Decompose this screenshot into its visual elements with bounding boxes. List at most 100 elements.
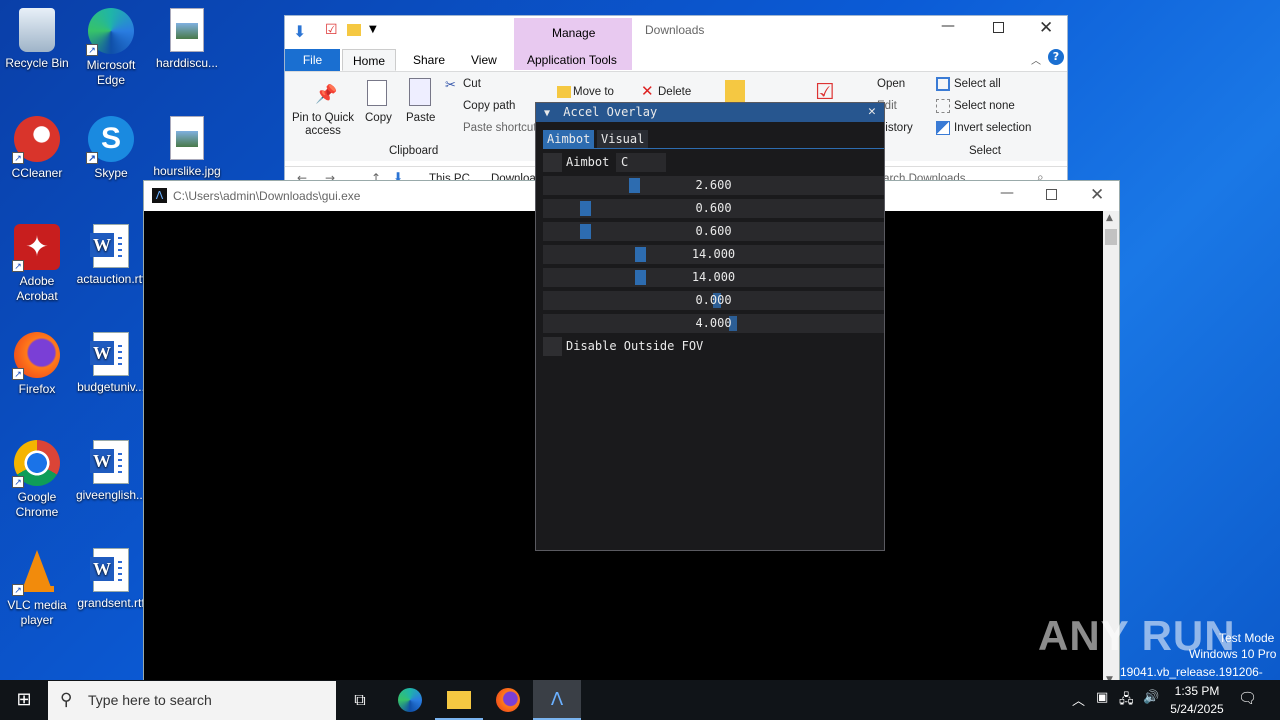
console-title: C:\Users\admin\Downloads\gui.exe — [173, 189, 361, 203]
aimbot-label: Aimbot — [566, 155, 610, 169]
notification-icon[interactable]: 🗨 — [1238, 689, 1257, 707]
network-icon[interactable]: 🖧 — [1119, 690, 1134, 712]
delete-button[interactable]: Delete — [658, 86, 691, 98]
desktop-icon-grandsent[interactable]: W grandsent.rtf — [75, 548, 147, 611]
tray-app-icon[interactable]: ▣ — [1096, 690, 1108, 705]
manage-tab-label: Manage — [552, 26, 596, 40]
desktop-icon-label: Firefox — [18, 382, 56, 396]
desktop-icon-harddiscu[interactable]: harddiscu... — [151, 8, 223, 71]
slider-5[interactable]: 14.000 — [543, 268, 884, 287]
scroll-up-arrow[interactable]: ▲ — [1106, 213, 1113, 223]
image-file-icon — [170, 8, 204, 52]
acrobat-icon: ✦ ↗ — [12, 224, 60, 272]
help-icon[interactable]: ? — [1048, 49, 1064, 65]
overlay-close-icon[interactable]: ✕ — [868, 104, 876, 119]
move-to-button[interactable]: Move to — [573, 86, 614, 98]
desktop-icon-actauction[interactable]: W actauction.rtf — [75, 224, 147, 287]
maximize-button[interactable] — [993, 22, 1004, 33]
copy-path-button[interactable]: Copy path — [463, 100, 515, 112]
pin-icon: 📌 — [315, 84, 338, 105]
invert-selection-button[interactable]: Invert selection — [954, 122, 1031, 134]
edge-taskbar-icon[interactable] — [386, 680, 434, 720]
desktop-icon-recycle-bin[interactable]: Recycle Bin — [1, 8, 73, 71]
slider-3[interactable]: 0.600 — [543, 222, 884, 241]
quick-access-down-icon[interactable]: ⬇ — [293, 22, 306, 41]
minimize-button[interactable]: — — [941, 18, 955, 34]
paste-button[interactable]: Paste — [406, 112, 435, 124]
tab-view[interactable]: View — [461, 49, 507, 71]
copy-button[interactable]: Copy — [365, 112, 392, 124]
slider-1[interactable]: 2.600 — [543, 176, 884, 195]
copy-icon — [367, 80, 387, 106]
desktop-icon-giveenglish[interactable]: W giveenglish... — [75, 440, 147, 503]
clock-time[interactable]: 1:35 PM — [1174, 684, 1220, 698]
slider-2[interactable]: 0.600 — [543, 199, 884, 218]
slider-value: 2.600 — [695, 178, 732, 192]
desktop-icon-firefox[interactable]: ↗ Firefox — [1, 332, 73, 397]
minimize-button[interactable]: — — [1000, 185, 1014, 201]
slider-7[interactable]: 4.000 — [543, 314, 884, 333]
taskbar-search-box[interactable]: ⚲ Type here to search — [48, 681, 336, 720]
tab-visual[interactable]: Visual — [597, 130, 649, 148]
delete-icon: ✕ — [641, 82, 654, 100]
start-button[interactable]: ⊞ — [0, 680, 48, 720]
invert-selection-icon — [936, 121, 950, 135]
overlay-titlebar[interactable]: ▼ Accel Overlay — [536, 103, 884, 122]
select-all-button[interactable]: Select all — [954, 78, 1001, 90]
volume-icon[interactable]: 🔊 — [1143, 690, 1159, 705]
pin-to-quick-access-button[interactable]: Pin to Quick access — [291, 112, 355, 138]
slider-4[interactable]: 14.000 — [543, 245, 884, 264]
tab-application-tools[interactable]: Application Tools — [517, 49, 627, 71]
firefox-taskbar-icon[interactable] — [484, 680, 532, 720]
scissors-icon: ✂ — [445, 78, 456, 93]
new-folder-large-icon — [725, 80, 745, 102]
properties-icon[interactable]: ☑ — [325, 22, 338, 38]
aimbot-hotkey-input[interactable]: C — [616, 153, 666, 172]
tab-share[interactable]: Share — [403, 49, 455, 71]
desktop-icon-hourslike[interactable]: hourslike.jpg — [151, 116, 223, 179]
chevron-up-icon[interactable]: ︿ — [1031, 52, 1041, 67]
select-none-button[interactable]: Select none — [954, 100, 1015, 112]
file-explorer-taskbar-icon[interactable] — [435, 680, 483, 720]
desktop-icon-ccleaner[interactable]: ↗ CCleaner — [1, 116, 73, 181]
desktop-icon-budgetuniv[interactable]: W budgetuniv... — [75, 332, 147, 395]
desktop-icon-edge[interactable]: ↗ Microsoft Edge — [75, 8, 147, 88]
tab-aimbot[interactable]: Aimbot — [543, 130, 595, 148]
slider-value: 14.000 — [691, 270, 736, 284]
desktop-icon-acrobat[interactable]: ✦ ↗ Adobe Acrobat — [1, 224, 73, 304]
desktop-icon-chrome[interactable]: ↗ Google Chrome — [1, 440, 73, 520]
select-all-icon — [936, 77, 950, 91]
slider-value: 14.000 — [691, 247, 736, 261]
firefox-icon: ↗ — [12, 332, 60, 380]
desktop-icon-label: giveenglish... — [75, 488, 147, 502]
tray-chevron-up-icon[interactable]: ︿ — [1072, 690, 1085, 709]
new-folder-icon[interactable] — [347, 24, 361, 36]
gui-exe-taskbar-icon[interactable]: Λ — [533, 680, 581, 720]
overlay-window[interactable]: ▼ Accel Overlay ✕ Aimbot Visual Aimbot C… — [535, 102, 885, 551]
maximize-button[interactable] — [1046, 189, 1057, 200]
desktop-icon-label: actauction.rtf — [76, 272, 146, 286]
aimbot-checkbox[interactable] — [543, 153, 562, 172]
close-button[interactable]: ✕ — [1090, 185, 1104, 205]
desktop-icon-vlc[interactable]: ↗ VLC media player — [1, 548, 73, 628]
scroll-thumb[interactable] — [1105, 229, 1117, 245]
ccleaner-icon: ↗ — [12, 116, 60, 164]
chevron-down-icon[interactable]: ▼ — [369, 24, 377, 35]
paste-shortcut-button[interactable]: Paste shortcut — [463, 122, 537, 134]
edge-icon: ↗ — [86, 8, 134, 56]
slider-value: 0.600 — [695, 224, 732, 238]
slider-6[interactable]: 0.000 — [543, 291, 884, 310]
cut-button[interactable]: Cut — [463, 78, 481, 90]
clock-date[interactable]: 5/24/2025 — [1166, 702, 1228, 716]
disable-fov-checkbox[interactable] — [543, 337, 562, 356]
desktop-icon-skype[interactable]: S ↗ Skype — [75, 116, 147, 181]
recycle-bin-icon — [19, 8, 55, 52]
tab-file[interactable]: File — [285, 49, 340, 71]
tab-home[interactable]: Home — [342, 49, 397, 71]
open-button[interactable]: Open — [877, 78, 905, 90]
desktop-icon-label: hourslike.jpg — [153, 164, 221, 178]
overlay-title: Accel Overlay — [563, 105, 658, 119]
task-view-icon[interactable]: ⧉ — [336, 680, 384, 720]
close-button[interactable]: ✕ — [1039, 18, 1053, 38]
collapse-triangle-icon[interactable]: ▼ — [544, 108, 550, 119]
